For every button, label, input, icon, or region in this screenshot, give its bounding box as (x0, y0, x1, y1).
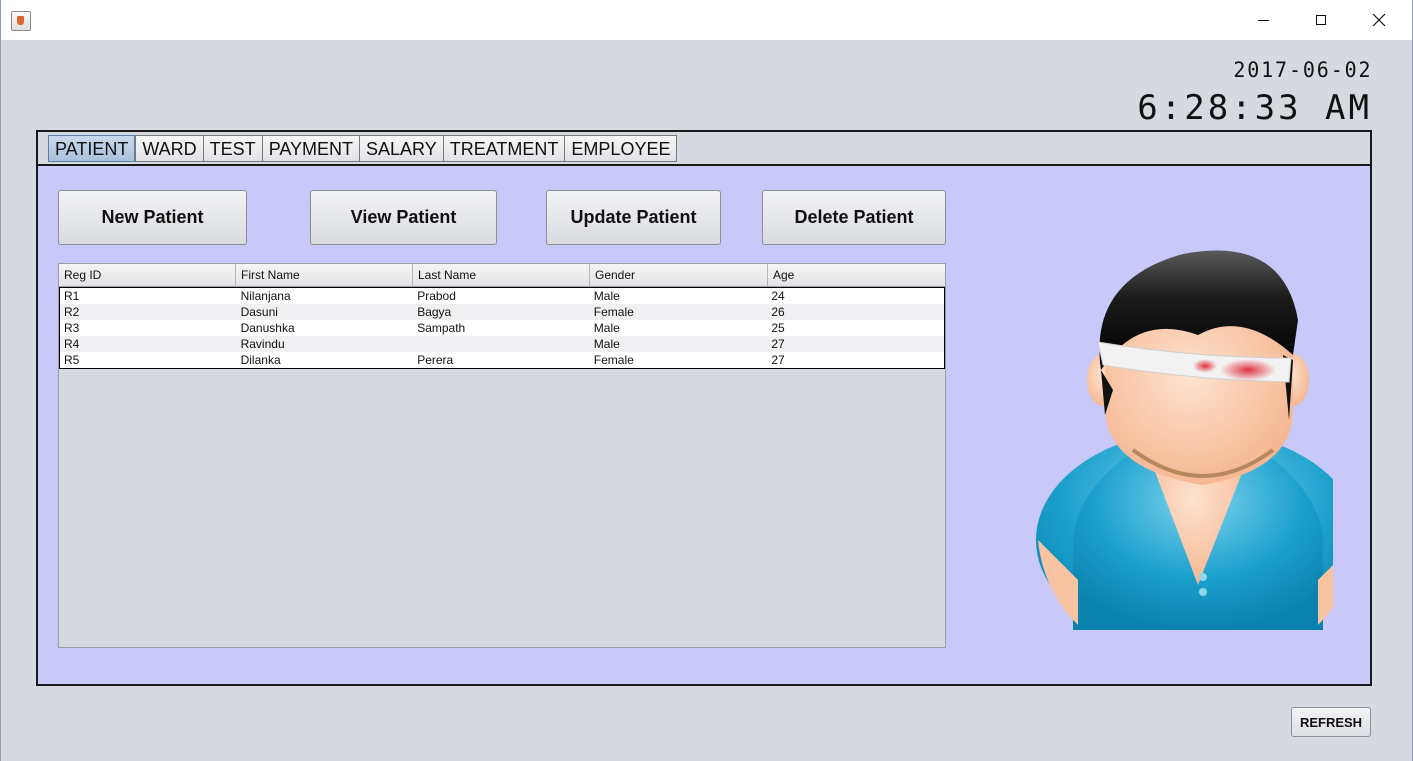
cell-first-name: Dilanka (240, 353, 281, 367)
table-body: R1 Nilanjana Prabod Male 24 R2 Dasuni Ba… (59, 287, 945, 369)
cell-age: 26 (771, 305, 785, 319)
cell-first-name: Danushka (240, 321, 295, 335)
cell-gender: Female (593, 353, 634, 367)
cell-last-name: Bagya (417, 305, 452, 319)
table-row[interactable]: R2 Dasuni Bagya Female 26 (60, 304, 944, 320)
view-patient-button[interactable]: View Patient (310, 190, 497, 245)
cell-reg-id: R4 (64, 337, 80, 351)
cell-first-name: Dasuni (240, 305, 278, 319)
tab-test[interactable]: TEST (202, 135, 262, 162)
maximize-icon (1316, 15, 1326, 25)
table-row[interactable]: R5 Dilanka Perera Female 27 (60, 352, 944, 368)
tabbed-pane: PATIENT WARD TEST PAYMENT SALARY TREATME… (36, 130, 1372, 686)
clock-time: 6:28:33 AM (1137, 88, 1372, 128)
column-header-age[interactable]: Age (768, 264, 945, 286)
refresh-button[interactable]: REFRESH (1291, 707, 1371, 737)
cell-first-name: Ravindu (240, 337, 285, 351)
close-button[interactable] (1350, 0, 1408, 40)
delete-patient-button[interactable]: Delete Patient (762, 190, 946, 245)
cell-last-name: Prabod (417, 289, 456, 303)
cell-gender: Female (593, 305, 634, 319)
tab-payment[interactable]: PAYMENT (261, 135, 360, 162)
cell-gender: Male (593, 337, 620, 351)
tab-ward[interactable]: WARD (135, 135, 203, 162)
update-patient-button[interactable]: Update Patient (546, 190, 721, 245)
cell-reg-id: R3 (64, 321, 80, 335)
cell-age: 27 (771, 337, 785, 351)
patient-panel: New Patient View Patient Update Patient … (38, 166, 1370, 684)
cell-first-name: Nilanjana (240, 289, 291, 303)
cell-last-name: Sampath (417, 321, 466, 335)
tab-patient[interactable]: PATIENT (48, 135, 136, 162)
tab-treatment[interactable]: TREATMENT (442, 135, 565, 162)
tab-strip: PATIENT WARD TEST PAYMENT SALARY TREATME… (48, 135, 678, 162)
cell-last-name: Perera (417, 353, 454, 367)
clock-date: 2017-06-02 (1232, 58, 1372, 82)
cell-age: 25 (771, 321, 785, 335)
tab-salary[interactable]: SALARY (359, 135, 443, 162)
table-row[interactable]: R1 Nilanjana Prabod Male 24 (60, 288, 944, 304)
column-header-first-name[interactable]: First Name (236, 264, 413, 286)
cell-age: 27 (771, 353, 785, 367)
app-window: 2017-06-02 6:28:33 AM PATIENT WARD TEST … (0, 0, 1413, 761)
column-header-gender[interactable]: Gender (590, 264, 768, 286)
table-row[interactable]: R3 Danushka Sampath Male 25 (60, 320, 944, 336)
table-header: Reg ID First Name Last Name Gender Age (59, 264, 945, 287)
cell-age: 24 (771, 289, 785, 303)
patient-avatar-image (1036, 250, 1333, 630)
cell-gender: Male (593, 289, 620, 303)
table-row[interactable]: R4 Ravindu Male 27 (60, 336, 944, 352)
cell-reg-id: R5 (64, 353, 80, 367)
java-app-icon (11, 11, 31, 31)
cell-reg-id: R2 (64, 305, 80, 319)
new-patient-button[interactable]: New Patient (58, 190, 247, 245)
minimize-button[interactable] (1234, 0, 1292, 40)
column-header-reg-id[interactable]: Reg ID (59, 264, 236, 286)
title-bar (1, 0, 1412, 40)
cell-reg-id: R1 (64, 289, 80, 303)
close-icon (1372, 13, 1386, 27)
cell-last-name (413, 336, 590, 352)
cell-gender: Male (593, 321, 620, 335)
maximize-button[interactable] (1292, 0, 1350, 40)
patient-table[interactable]: Reg ID First Name Last Name Gender Age R… (58, 263, 946, 648)
tab-employee[interactable]: EMPLOYEE (564, 135, 678, 162)
column-header-last-name[interactable]: Last Name (413, 264, 590, 286)
minimize-icon (1257, 19, 1269, 21)
